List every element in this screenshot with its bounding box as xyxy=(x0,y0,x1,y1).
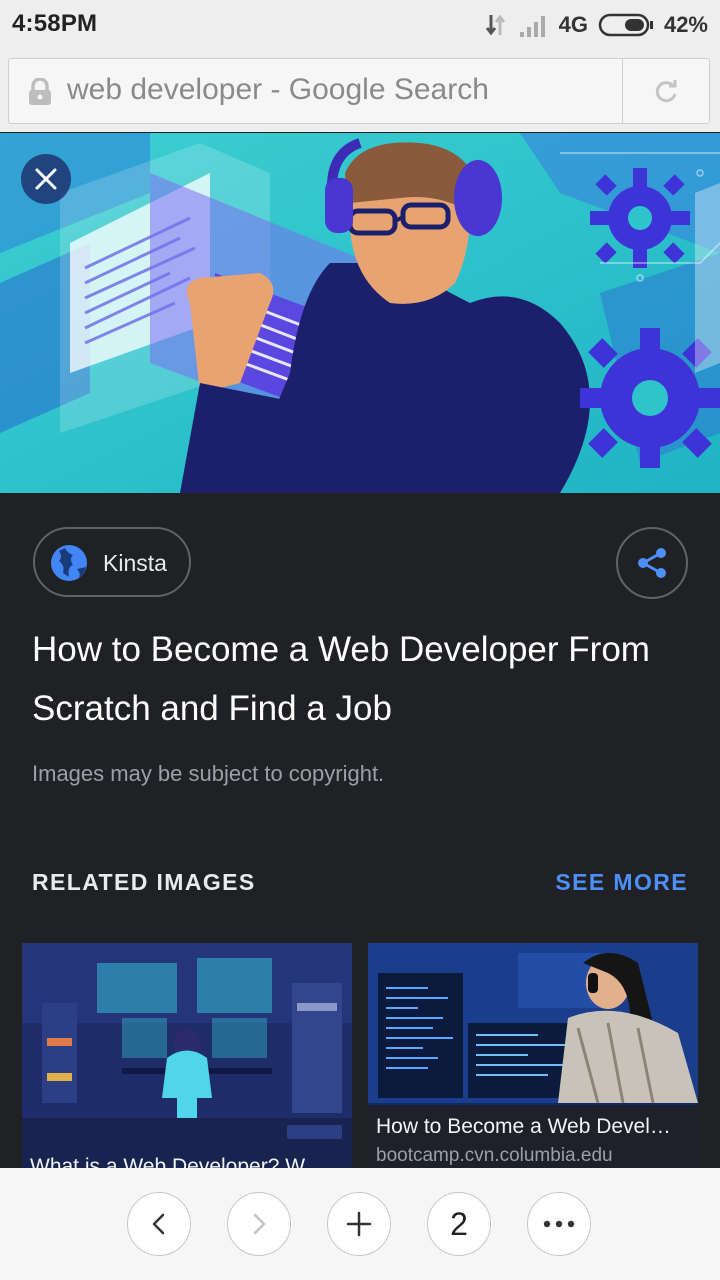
source-chip[interactable]: Kinsta xyxy=(33,527,191,597)
lock-icon xyxy=(29,78,51,105)
status-bar: 4:58PM 4G 42% xyxy=(0,0,720,52)
status-time: 4:58PM xyxy=(12,10,98,37)
share-icon xyxy=(638,548,666,578)
related-image-2-caption: How to Become a Web Devel… bootcamp.cvn.… xyxy=(368,1105,698,1173)
source-name[interactable]: Kinsta xyxy=(103,550,167,577)
signal-icon xyxy=(519,16,545,37)
url-field[interactable]: web developer - Google Search xyxy=(8,58,710,124)
see-more-link[interactable]: SEE MORE xyxy=(555,869,688,896)
url-text[interactable]: web developer - Google Search xyxy=(67,73,489,107)
hero-image[interactable] xyxy=(0,133,720,493)
close-button[interactable] xyxy=(21,154,71,204)
result-title[interactable]: How to Become a Web Developer From Scrat… xyxy=(32,620,692,738)
more-button[interactable] xyxy=(527,1192,591,1256)
image-info-panel: Kinsta How to Become a Web Developer Fro… xyxy=(0,493,720,1173)
browser-toolbar: 2 xyxy=(0,1168,720,1280)
new-tab-icon xyxy=(346,1211,372,1237)
network-type: 4G xyxy=(558,12,588,37)
status-icons: 4G 42% xyxy=(483,10,708,40)
reload-icon[interactable] xyxy=(654,79,680,105)
related-image-2[interactable]: How to Become a Web Devel… bootcamp.cvn.… xyxy=(368,943,698,1173)
tab-count: 2 xyxy=(450,1205,468,1242)
back-button[interactable] xyxy=(127,1192,191,1256)
battery-level: 42% xyxy=(663,12,708,37)
forward-button[interactable] xyxy=(227,1192,291,1256)
forward-icon xyxy=(253,1213,266,1235)
copyright-notice: Images may be subject to copyright. xyxy=(32,761,385,786)
related-images-heading: RELATED IMAGES xyxy=(32,869,256,895)
related-thumbnail-1 xyxy=(22,943,352,1173)
related-image-1[interactable]: What is a Web Developer? W xyxy=(22,943,352,1173)
more-icon xyxy=(543,1220,575,1228)
battery-icon xyxy=(598,13,653,37)
close-icon xyxy=(35,168,57,190)
related-image-2-title[interactable]: How to Become a Web Devel… xyxy=(376,1115,671,1139)
url-divider xyxy=(622,59,623,123)
related-image-2-source: bootcamp.cvn.columbia.edu xyxy=(376,1145,613,1166)
data-transfer-icon xyxy=(485,14,505,36)
new-tab-button[interactable] xyxy=(327,1192,391,1256)
back-icon xyxy=(152,1213,165,1235)
share-button[interactable] xyxy=(616,527,688,599)
globe-icon xyxy=(51,545,87,581)
address-bar: web developer - Google Search xyxy=(0,52,720,132)
tab-switcher-button[interactable]: 2 xyxy=(427,1192,491,1256)
web-developer-illustration xyxy=(0,133,720,493)
